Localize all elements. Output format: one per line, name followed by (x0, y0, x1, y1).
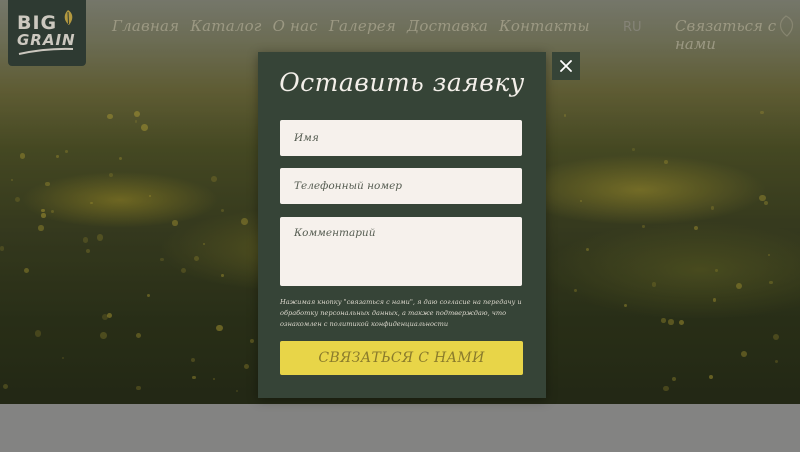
submit-button[interactable]: СВЯЗАТЬСЯ С НАМИ (280, 341, 523, 375)
request-modal: Оставить заявку Нажимая кнопку "связатьс… (258, 52, 546, 398)
close-button[interactable] (552, 52, 580, 80)
consent-text: Нажимая кнопку "связаться с нами", я даю… (280, 298, 522, 328)
name-input[interactable] (280, 120, 522, 156)
comment-textarea[interactable] (280, 217, 522, 286)
modal-title: Оставить заявку (279, 68, 525, 97)
close-icon (560, 60, 572, 72)
phone-input[interactable] (280, 168, 522, 204)
